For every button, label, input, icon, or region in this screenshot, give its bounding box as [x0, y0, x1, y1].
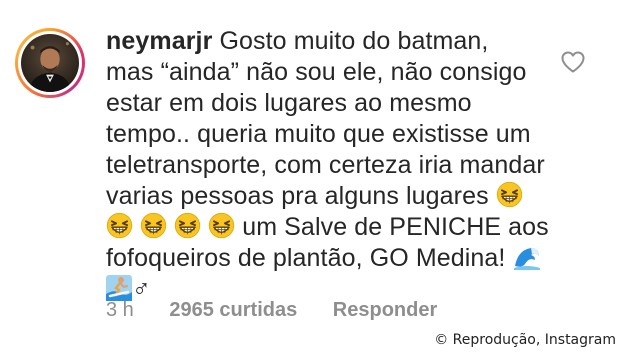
heart-icon[interactable] — [560, 50, 586, 74]
laughing-emoji-icon — [106, 212, 133, 239]
comment-line-3: estar em dois lugares ao mesmo — [106, 89, 472, 117]
comment-meta: 3 h 2965 curtidas Responder — [106, 299, 467, 322]
comment-line-1: neymarjr Gosto muito do batman, — [106, 26, 546, 57]
avatar-photo — [21, 34, 79, 92]
comment-text: neymarjr Gosto muito do batman, mas “ain… — [106, 26, 549, 305]
comment-text-segment: varias pessoas pra alguns lugares — [106, 182, 489, 210]
reply-button[interactable]: Responder — [333, 299, 437, 322]
image-credit: © Reprodução, Instagram — [434, 332, 616, 348]
water-wave-emoji-icon — [513, 244, 541, 270]
comment-text-segment: fofoqueiros de plantão, GO Medina! — [106, 244, 506, 272]
comment-line-4: tempo.. queria muito que existisse um — [106, 120, 531, 148]
username-link[interactable]: neymarjr — [106, 27, 212, 55]
comment-line-7: um Salve de PENICHE aos — [106, 212, 549, 243]
surfer-emoji-icon — [106, 275, 132, 301]
laughing-emoji-icon — [174, 212, 201, 239]
comment-card: neymarjr Gosto muito do batman, mas “ain… — [0, 0, 624, 356]
comment-timestamp: 3 h — [106, 299, 134, 321]
comment-line-5: teletransporte, com certeza iria mandar — [106, 151, 545, 179]
comment-line-2: mas “ainda” não sou ele, não consigo — [106, 58, 527, 86]
avatar[interactable] — [15, 28, 85, 98]
comment-line-6: varias pessoas pra alguns lugares — [106, 181, 546, 212]
laughing-emoji-icon — [496, 181, 523, 208]
comment-text-segment: um Salve de PENICHE aos — [242, 213, 549, 241]
laughing-emoji-icon — [208, 212, 235, 239]
likes-count-link[interactable]: 2965 curtidas — [169, 299, 297, 322]
comment-line-8: fofoqueiros de plantão, GO Medina! — [106, 243, 546, 274]
comment-text-segment: Gosto muito do batman, — [219, 27, 489, 55]
avatar-border — [18, 31, 82, 95]
laughing-emoji-icon — [140, 212, 167, 239]
